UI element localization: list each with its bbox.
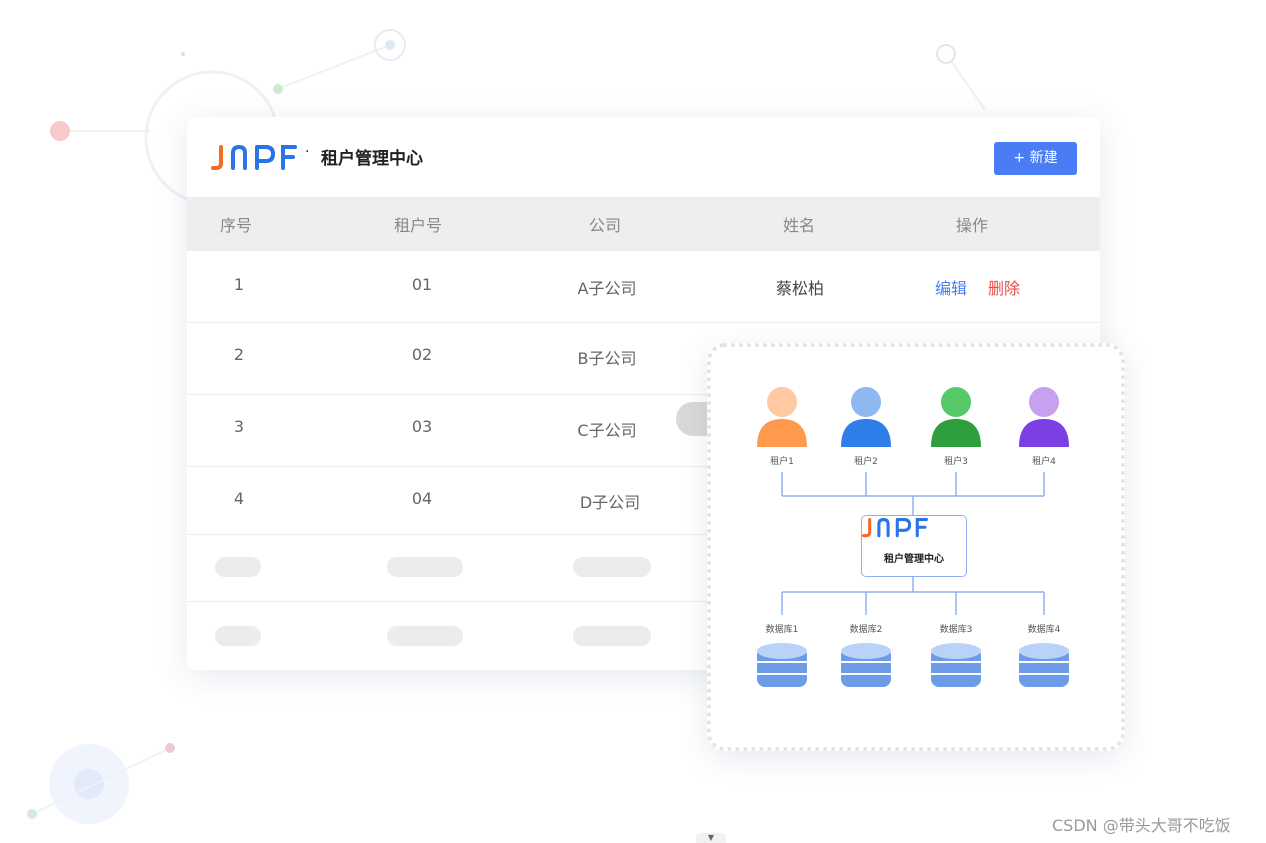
database-icon-4 — [1019, 643, 1069, 687]
skeleton-bar — [215, 626, 261, 646]
tenant-avatar-4 — [1019, 387, 1069, 447]
skeleton-bar — [573, 626, 651, 646]
page-title: 租户管理中心 — [321, 149, 423, 169]
table-header: 序号 租户号 公司 姓名 操作 — [187, 197, 1100, 251]
skeleton-bar — [573, 557, 651, 577]
tenant-label-1: 租户1 — [770, 457, 794, 467]
tenant-avatar-2 — [841, 387, 891, 447]
skeleton-bar — [215, 557, 261, 577]
title-separator: · — [305, 144, 310, 160]
row-name: 蔡松柏 — [775, 279, 825, 298]
database-label-2: 数据库2 — [849, 625, 883, 635]
database-icon-3 — [931, 643, 981, 687]
column-header-name: 姓名 — [782, 216, 816, 235]
database-connectors — [781, 576, 1045, 615]
edit-link[interactable]: 编辑 — [935, 275, 967, 299]
center-node-title: 租户管理中心 — [884, 554, 944, 565]
tenant-avatar-1 — [757, 387, 807, 447]
row-index: 2 — [233, 345, 245, 364]
column-header-tenant-no: 租户号 — [393, 216, 443, 235]
row-company: D子公司 — [579, 493, 641, 512]
column-header-index: 序号 — [219, 216, 253, 235]
database-icon-1 — [757, 643, 807, 687]
row-company: C子公司 — [577, 421, 637, 440]
skeleton-bar — [387, 626, 463, 646]
row-tenant-no: 02 — [411, 345, 433, 364]
row-index: 3 — [233, 417, 245, 436]
database-label-3: 数据库3 — [939, 625, 973, 635]
database-label-4: 数据库4 — [1027, 625, 1061, 635]
column-header-actions: 操作 — [955, 216, 989, 235]
tenant-center-node: 租户管理中心 — [861, 515, 967, 577]
row-company: B子公司 — [577, 349, 637, 368]
tenant-connectors — [781, 472, 1045, 515]
row-tenant-no: 01 — [411, 275, 433, 294]
column-header-company: 公司 — [588, 216, 622, 235]
jnpf-logo — [862, 518, 928, 538]
row-index: 1 — [233, 275, 245, 294]
jnpf-logo — [211, 144, 297, 170]
skeleton-bar — [387, 557, 463, 577]
database-label-1: 数据库1 — [765, 625, 799, 635]
row-index: 4 — [233, 489, 245, 508]
watermark: CSDN @带头大哥不吃饭 — [1052, 816, 1231, 835]
tenant-label-3: 租户3 — [944, 457, 968, 467]
scroll-down-handle[interactable]: ▼ — [696, 833, 726, 843]
card-header: · 租户管理中心 + 新建 — [187, 117, 1100, 197]
tenant-label-4: 租户4 — [1032, 457, 1056, 467]
table-row: 1 01 A子公司 蔡松柏 编辑 删除 — [187, 251, 1100, 323]
row-company: A子公司 — [577, 279, 637, 298]
tenant-avatar-3 — [931, 387, 981, 447]
new-button[interactable]: + 新建 — [994, 142, 1077, 175]
database-icon-2 — [841, 643, 891, 687]
tenant-label-2: 租户2 — [854, 457, 878, 467]
row-tenant-no: 04 — [411, 489, 433, 508]
row-tenant-no: 03 — [411, 417, 433, 436]
delete-link[interactable]: 删除 — [988, 275, 1020, 299]
architecture-diagram: 租户1 租户2 租户3 租户4 租户管理中心 数据库1 数据库2 数据库3 数据… — [707, 343, 1125, 751]
